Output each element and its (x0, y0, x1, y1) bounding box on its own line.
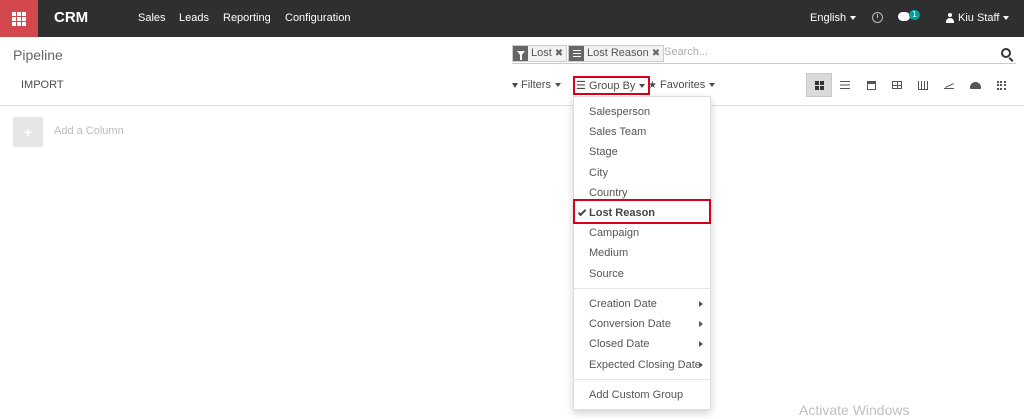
search-facet-lost[interactable]: Lost ✖ (512, 45, 568, 62)
dashboard-icon (969, 81, 981, 89)
lost-reason-highlight (573, 199, 711, 224)
view-calendar-button[interactable] (858, 73, 884, 97)
chevron-right-icon (699, 341, 703, 347)
bar-chart-icon (918, 80, 928, 90)
view-pivot-button[interactable] (884, 73, 910, 97)
search-facet-lost-reason[interactable]: Lost Reason ✖ (568, 45, 665, 62)
facet-label: Lost Reason (587, 47, 649, 59)
filter-icon (513, 46, 528, 61)
chevron-right-icon (699, 321, 703, 327)
control-panel: Pipeline IMPORT Lost ✖ Lost Reason ✖ Fil… (0, 37, 1024, 106)
menu-divider (574, 288, 710, 289)
menu-leads[interactable]: Leads (179, 12, 209, 24)
top-navbar: CRM Sales Leads Reporting Configuration … (0, 0, 1024, 37)
group-by-option-city[interactable]: City (589, 167, 608, 179)
search-icon[interactable] (1001, 48, 1011, 58)
filters-label: Filters (521, 79, 551, 91)
view-cohort-button[interactable] (936, 73, 962, 97)
line-chart-icon (944, 81, 954, 89)
view-graph-button[interactable] (910, 73, 936, 97)
caret-down-icon (1003, 16, 1010, 21)
menu-divider (574, 379, 710, 380)
menu-sales[interactable]: Sales (138, 12, 166, 24)
group-by-option-source[interactable]: Source (589, 268, 624, 280)
group-by-option-country[interactable]: Country (589, 187, 628, 199)
group-by-option-expected-closing-date[interactable]: Expected Closing Date (589, 359, 701, 371)
group-by-option-stage[interactable]: Stage (589, 146, 618, 158)
group-by-option-medium[interactable]: Medium (589, 247, 628, 259)
list-icon (840, 81, 850, 89)
favorites-label: Favorites (660, 79, 706, 91)
group-by-dropdown: Salesperson Sales Team Stage City Countr… (573, 96, 711, 410)
caret-down-icon (554, 83, 561, 88)
add-column-label[interactable]: Add a Column (54, 125, 124, 137)
view-dashboard-button[interactable] (962, 73, 988, 97)
apps-menu-button[interactable] (0, 0, 38, 37)
facet-label: Lost (531, 47, 552, 59)
group-by-option-salesperson[interactable]: Salesperson (589, 106, 650, 118)
apps-grid-icon (12, 11, 26, 26)
kanban-icon (814, 80, 824, 90)
search-input[interactable] (664, 46, 984, 58)
table-icon (892, 81, 902, 89)
user-icon (946, 13, 954, 23)
view-grid-button[interactable] (988, 73, 1014, 97)
close-icon[interactable]: ✖ (555, 46, 566, 61)
chevron-right-icon (699, 301, 703, 307)
activate-windows-watermark: Activate Windows (799, 402, 910, 418)
menu-configuration[interactable]: Configuration (285, 12, 350, 24)
language-switcher[interactable]: English (810, 12, 857, 24)
group-by-option-campaign[interactable]: Campaign (589, 227, 639, 239)
group-by-option-conversion-date[interactable]: Conversion Date (589, 318, 671, 330)
breadcrumb: Pipeline (13, 47, 63, 63)
filters-button[interactable]: Filters (512, 79, 561, 91)
view-switcher (806, 73, 1014, 97)
add-custom-group-button[interactable]: Add Custom Group (589, 389, 683, 401)
view-kanban-button[interactable] (806, 73, 832, 97)
search-bar: Lost ✖ Lost Reason ✖ (512, 44, 1016, 64)
grid-icon (996, 80, 1006, 90)
group-by-option-creation-date[interactable]: Creation Date (589, 298, 657, 310)
view-list-button[interactable] (832, 73, 858, 97)
message-count-badge: 1 (909, 10, 921, 20)
favorites-button[interactable]: ★ Favorites (648, 79, 716, 91)
calendar-icon (866, 80, 876, 90)
import-button[interactable]: IMPORT (21, 79, 64, 91)
close-icon[interactable]: ✖ (652, 46, 663, 61)
group-by-option-sales-team[interactable]: Sales Team (589, 126, 646, 138)
clock-icon[interactable] (872, 12, 883, 23)
user-name: Kiu Staff (958, 12, 1000, 24)
language-label: English (810, 12, 847, 24)
filter-icon (512, 82, 518, 88)
add-column-button[interactable]: + (13, 117, 43, 147)
menu-reporting[interactable]: Reporting (223, 12, 271, 24)
user-menu[interactable]: Kiu Staff (958, 12, 1010, 24)
group-by-highlight (573, 76, 650, 95)
group-by-option-closed-date[interactable]: Closed Date (589, 338, 650, 350)
app-brand[interactable]: CRM (54, 9, 88, 26)
caret-down-icon (709, 83, 716, 88)
group-icon (569, 46, 584, 61)
chevron-right-icon (699, 362, 703, 368)
caret-down-icon (850, 16, 857, 21)
